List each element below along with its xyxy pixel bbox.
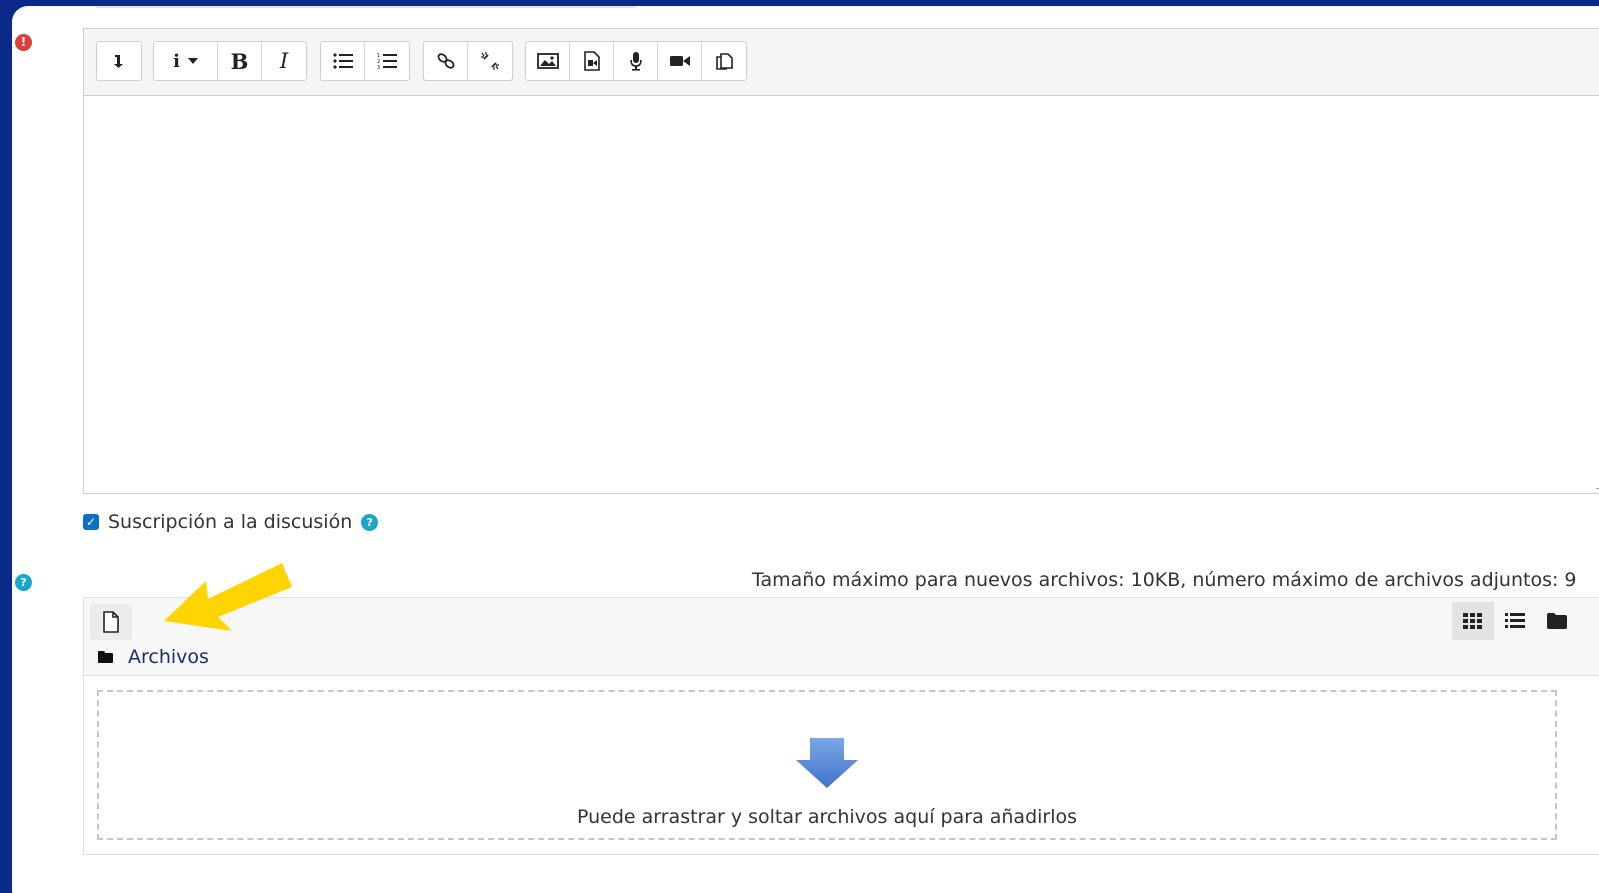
- error-icon: !: [15, 34, 32, 51]
- toolbar-group-media: [525, 41, 747, 81]
- view-tree-button[interactable]: [1536, 602, 1578, 640]
- video-camera-icon: [669, 56, 690, 66]
- unordered-list-icon: [332, 53, 353, 69]
- divider: [96, 6, 636, 8]
- record-audio-button[interactable]: [614, 42, 658, 80]
- toolbar-group-links: [423, 41, 513, 81]
- file-icon: [103, 611, 119, 633]
- toolbar-group-lists: 1 2 3: [320, 41, 410, 81]
- svg-text:3: 3: [377, 65, 380, 70]
- view-switcher: [1452, 602, 1578, 640]
- image-icon: [536, 53, 559, 69]
- breadcrumb: Archivos: [98, 646, 209, 668]
- toolbar-group-expand: [96, 41, 142, 81]
- toolbar-group-format: i B I: [153, 41, 307, 81]
- text-editor: i B I 1 2 3: [83, 28, 1599, 494]
- grid-view-icon: [1463, 613, 1482, 629]
- help-icon[interactable]: ?: [361, 513, 379, 531]
- unordered-list-button[interactable]: [321, 42, 365, 80]
- folder-icon: [1547, 613, 1567, 629]
- view-list-button[interactable]: [1494, 602, 1536, 640]
- paragraph-style-icon: i: [173, 50, 180, 72]
- attachments-help-icon[interactable]: ?: [15, 574, 32, 591]
- folder-label[interactable]: Archivos: [128, 646, 209, 668]
- paragraph-style-button[interactable]: i: [154, 42, 218, 80]
- expand-toolbar-button[interactable]: [97, 42, 141, 80]
- expand-toolbar-icon: [114, 55, 123, 68]
- folder-icon: [98, 651, 114, 663]
- editor-toolbar: i B I 1 2 3: [84, 29, 1599, 96]
- insert-media-button[interactable]: [570, 42, 614, 80]
- max-size-info: Tamaño máximo para nuevos archivos: 10KB…: [752, 569, 1577, 591]
- drop-zone-text: Puede arrastrar y soltar archivos aquí p…: [576, 806, 1078, 828]
- italic-button[interactable]: I: [262, 42, 306, 80]
- download-arrow-icon: [796, 738, 858, 788]
- unlink-button[interactable]: [468, 42, 512, 80]
- record-video-button[interactable]: [658, 42, 702, 80]
- annotation-arrow-icon: [164, 563, 292, 631]
- bold-icon: B: [230, 48, 249, 74]
- subscription-row: ✓ Suscripción a la discusión ?: [83, 511, 379, 533]
- link-button[interactable]: [424, 42, 468, 80]
- unlink-icon: [481, 52, 499, 70]
- file-manager-header: Archivos: [84, 598, 1599, 676]
- link-icon: [437, 53, 454, 69]
- copy-files-icon: [716, 53, 733, 70]
- manage-files-button[interactable]: [702, 42, 746, 80]
- chevron-down-icon: [187, 58, 198, 64]
- editor-content-area[interactable]: [84, 96, 1599, 493]
- drop-zone[interactable]: Puede arrastrar y soltar archivos aquí p…: [97, 690, 1557, 840]
- add-file-button[interactable]: [90, 604, 132, 640]
- subscription-checkbox[interactable]: ✓: [83, 514, 99, 530]
- bold-button[interactable]: B: [218, 42, 262, 80]
- subscription-label[interactable]: Suscripción a la discusión: [108, 511, 352, 533]
- ordered-list-icon: 1 2 3: [377, 53, 397, 70]
- list-view-icon: [1505, 613, 1525, 628]
- file-manager: Archivos Puede arrastrar y soltar archiv…: [83, 597, 1599, 855]
- ordered-list-button[interactable]: 1 2 3: [365, 42, 409, 80]
- media-file-icon: [583, 51, 600, 71]
- view-icons-button[interactable]: [1452, 602, 1494, 640]
- form-card: ! i B I 1 2 3 ✓ Suscripción a la discusi…: [12, 6, 1599, 893]
- insert-image-button[interactable]: [526, 42, 570, 80]
- italic-icon: I: [279, 49, 289, 73]
- microphone-icon: [629, 52, 642, 71]
